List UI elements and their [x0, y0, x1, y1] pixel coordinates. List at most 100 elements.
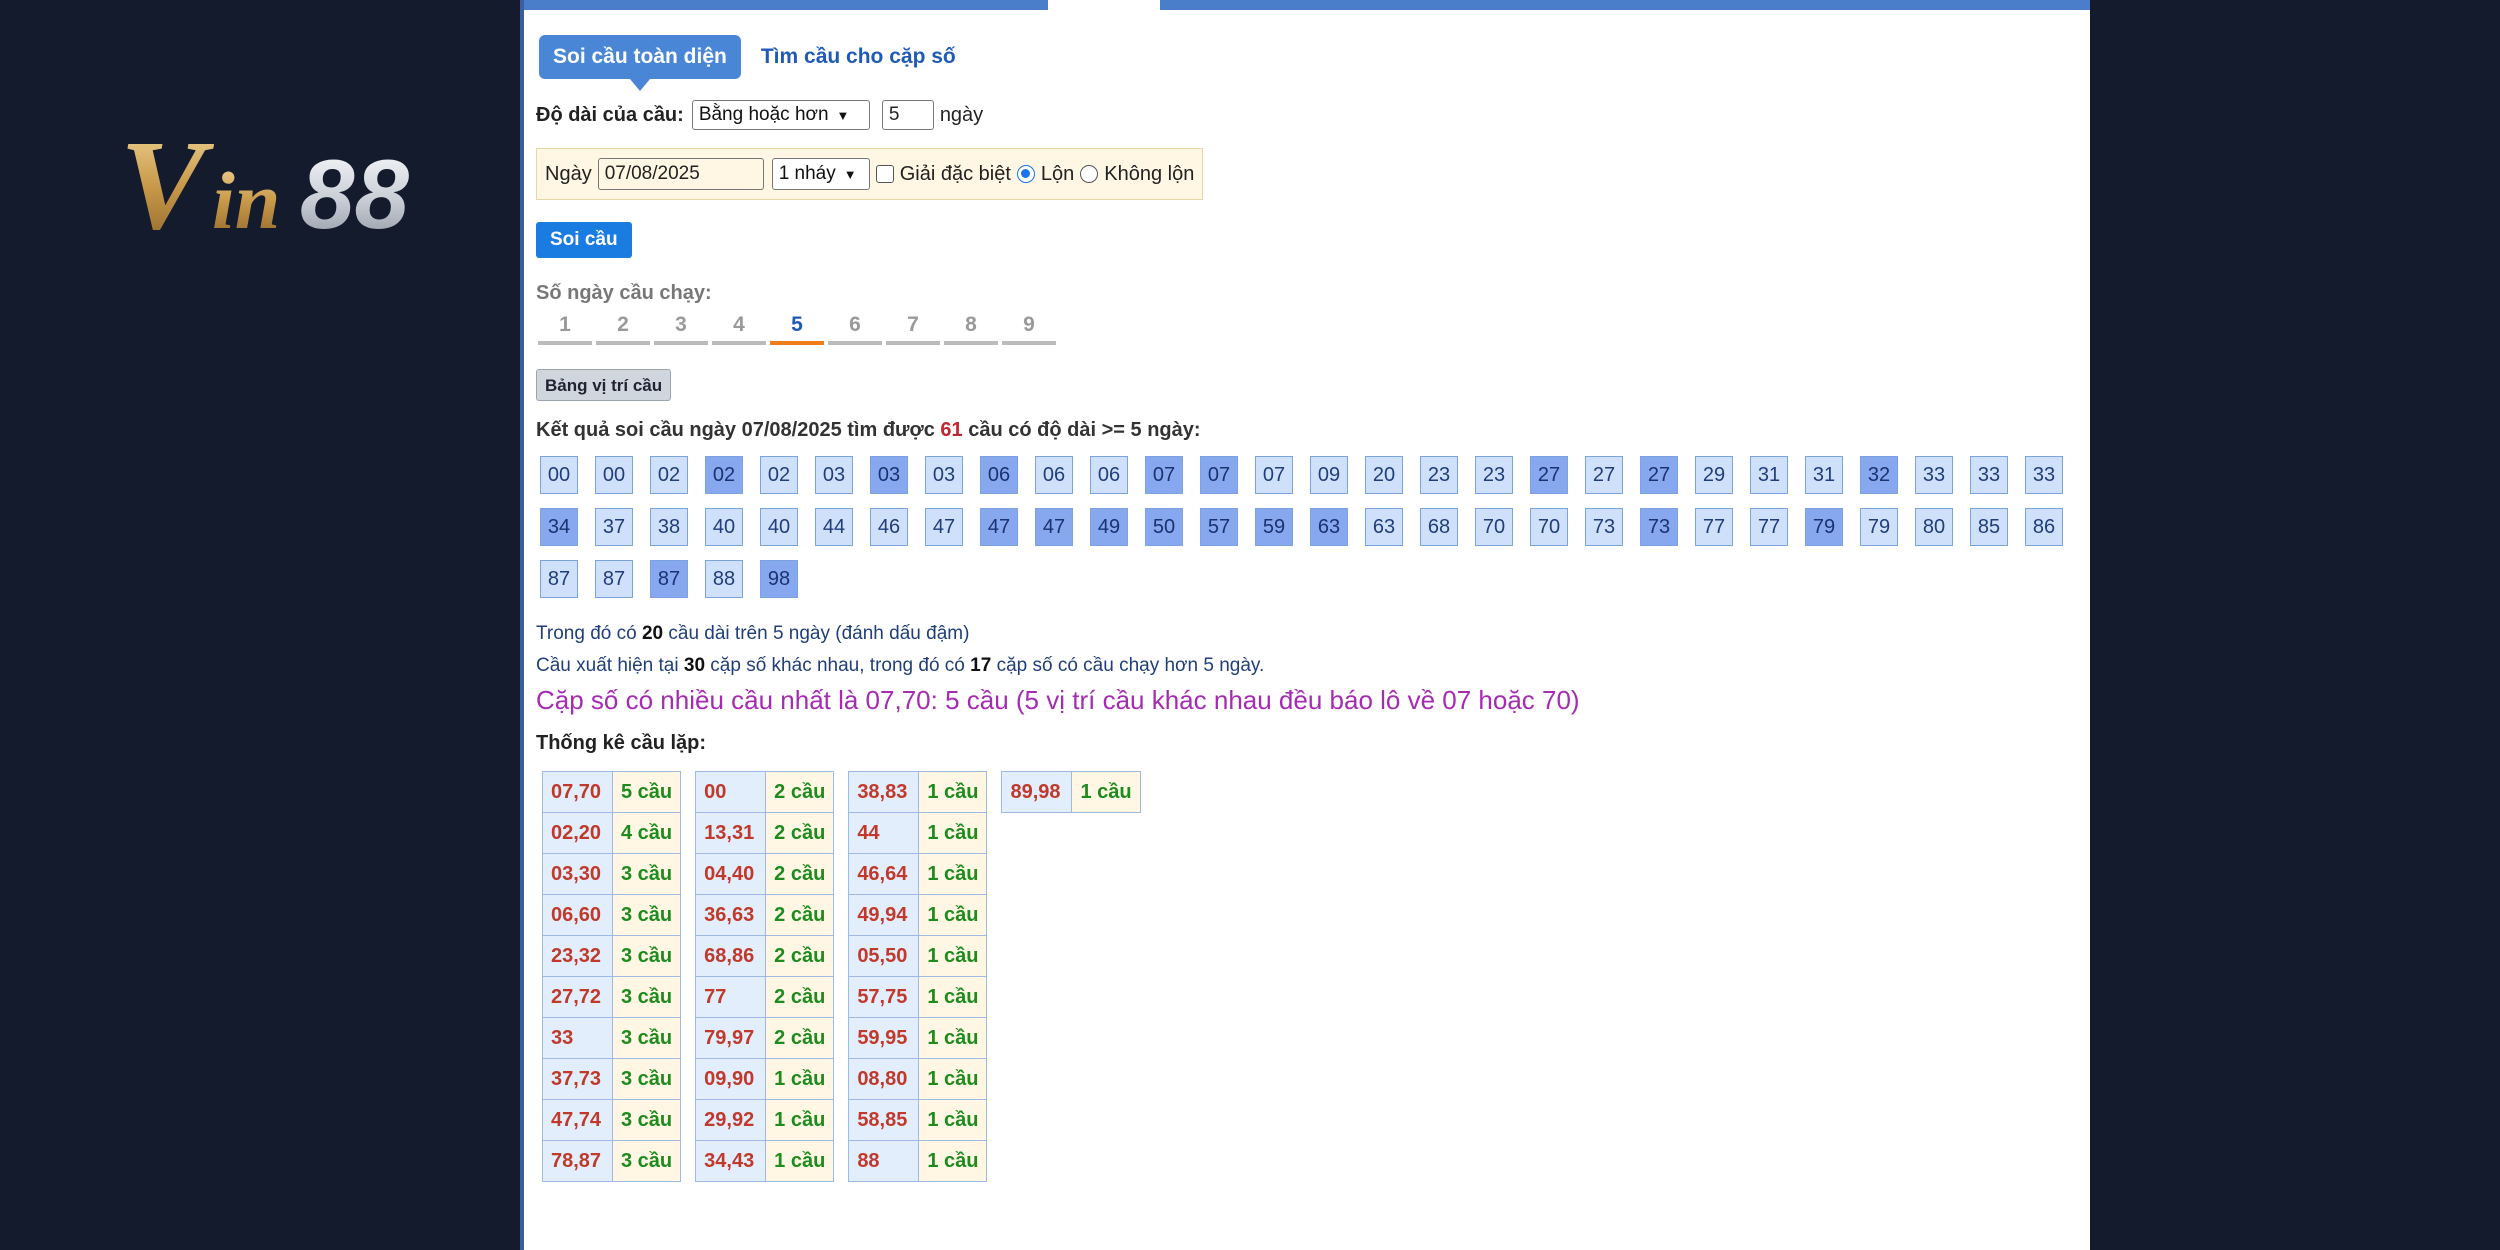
number-cell[interactable]: 03 — [870, 456, 908, 494]
count-cell: 1 cầu — [918, 1140, 988, 1182]
number-cell[interactable]: 79 — [1805, 508, 1843, 546]
day-tab[interactable]: 2 — [596, 313, 650, 345]
table-row: 07,70 5 cầu — [542, 771, 682, 813]
number-cell[interactable]: 44 — [815, 508, 853, 546]
svg-text:88: 88 — [300, 139, 410, 240]
number-cell[interactable]: 07 — [1145, 456, 1183, 494]
number-cell[interactable]: 87 — [650, 560, 688, 598]
number-cell[interactable]: 73 — [1640, 508, 1678, 546]
number-cell[interactable]: 47 — [1035, 508, 1073, 546]
number-cell[interactable]: 03 — [815, 456, 853, 494]
tab-tim-cau-cho-cap-so[interactable]: Tìm cầu cho cặp số — [761, 45, 956, 69]
number-cell[interactable]: 59 — [1255, 508, 1293, 546]
length-mode-select[interactable]: Bằng hoặc hơn ▼ — [691, 100, 870, 130]
number-cell[interactable]: 27 — [1585, 456, 1623, 494]
number-cell[interactable]: 50 — [1145, 508, 1183, 546]
number-cell[interactable]: 07 — [1200, 456, 1238, 494]
day-tab[interactable]: 4 — [712, 313, 766, 345]
date-input[interactable]: 07/08/2025 — [597, 158, 764, 190]
number-cell[interactable]: 46 — [870, 508, 908, 546]
number-cell[interactable]: 33 — [1970, 456, 2008, 494]
number-cell[interactable]: 32 — [1860, 456, 1898, 494]
number-cell[interactable]: 33 — [1915, 456, 1953, 494]
count-cell: 4 cầu — [611, 812, 682, 854]
number-cell[interactable]: 70 — [1530, 508, 1568, 546]
number-cell[interactable]: 87 — [595, 560, 633, 598]
number-cell[interactable]: 47 — [980, 508, 1018, 546]
count-cell: 1 cầu — [918, 853, 988, 895]
number-cell[interactable]: 49 — [1090, 508, 1128, 546]
number-grid: 00 00 02 02 02 03 03 03 06 06 06 07 07 07 09 20 23 23 27 27… — [536, 456, 2076, 612]
number-cell[interactable]: 63 — [1310, 508, 1348, 546]
number-cell[interactable]: 02 — [650, 456, 688, 494]
day-tab[interactable]: 8 — [944, 313, 998, 345]
number-cell[interactable]: 31 — [1750, 456, 1788, 494]
day-tab[interactable]: 9 — [1002, 313, 1056, 345]
number-cell[interactable]: 00 — [540, 456, 578, 494]
tab-soi-cau-toan-dien[interactable]: Soi cầu toàn diện — [539, 35, 741, 91]
day-tab[interactable]: 7 — [886, 313, 940, 345]
number-cell[interactable]: 85 — [1970, 508, 2008, 546]
info-line-2: Cầu xuất hiện tại 30 cặp số khác nhau, t… — [536, 650, 2076, 682]
bang-vi-tri-cau-button[interactable]: Bảng vị trí cầu — [536, 369, 672, 401]
day-tab[interactable]: 1 — [538, 313, 592, 345]
count-cell: 3 cầu — [611, 935, 682, 977]
number-cell[interactable]: 63 — [1365, 508, 1403, 546]
soi-cau-button[interactable]: Soi cầu — [536, 222, 632, 258]
day-tab[interactable]: 3 — [654, 313, 708, 345]
info-text: cầu dài trên 5 ngày (đánh dấu đậm) — [668, 623, 970, 644]
number-cell[interactable]: 80 — [1915, 508, 1953, 546]
day-tab[interactable]: 6 — [828, 313, 882, 345]
number-cell[interactable]: 23 — [1420, 456, 1458, 494]
count-cell: 1 cầu — [918, 935, 988, 977]
pair-cell: 29,92 — [695, 1099, 767, 1141]
length-input[interactable]: 5 — [881, 100, 934, 130]
number-cell[interactable]: 77 — [1750, 508, 1788, 546]
number-cell[interactable]: 40 — [705, 508, 743, 546]
number-cell[interactable]: 34 — [540, 508, 578, 546]
filter-box: Ngày 07/08/2025 1 nháy ▼ Giải đặc biệt L… — [536, 148, 1204, 200]
table-row: 33 3 cầu — [542, 1017, 682, 1059]
number-cell[interactable]: 40 — [760, 508, 798, 546]
number-cell[interactable]: 20 — [1365, 456, 1403, 494]
pair-cell: 02,20 — [542, 812, 613, 854]
special-prize-checkbox[interactable] — [875, 165, 894, 183]
number-cell[interactable]: 06 — [1035, 456, 1073, 494]
number-cell[interactable]: 07 — [1255, 456, 1293, 494]
number-cell[interactable]: 70 — [1475, 508, 1513, 546]
lon-radio[interactable] — [1016, 165, 1035, 183]
number-cell[interactable]: 68 — [1420, 508, 1458, 546]
number-cell[interactable]: 33 — [2025, 456, 2063, 494]
number-cell[interactable]: 06 — [980, 456, 1018, 494]
number-cell[interactable]: 57 — [1200, 508, 1238, 546]
number-cell[interactable]: 77 — [1695, 508, 1733, 546]
number-cell[interactable]: 23 — [1475, 456, 1513, 494]
number-cell[interactable]: 79 — [1860, 508, 1898, 546]
number-cell[interactable]: 03 — [925, 456, 963, 494]
number-cell[interactable]: 37 — [595, 508, 633, 546]
khong-lon-radio[interactable] — [1080, 165, 1099, 183]
number-cell[interactable]: 06 — [1090, 456, 1128, 494]
number-cell[interactable]: 27 — [1640, 456, 1678, 494]
number-cell[interactable]: 98 — [760, 560, 798, 598]
number-cell[interactable]: 29 — [1695, 456, 1733, 494]
number-cell[interactable]: 31 — [1805, 456, 1843, 494]
number-cell[interactable]: 87 — [540, 560, 578, 598]
day-tab[interactable]: 5 — [770, 313, 824, 345]
number-cell[interactable]: 02 — [705, 456, 743, 494]
number-cell[interactable]: 86 — [2025, 508, 2063, 546]
number-cell[interactable]: 27 — [1530, 456, 1568, 494]
number-cell[interactable]: 73 — [1585, 508, 1623, 546]
number-cell[interactable]: 09 — [1310, 456, 1348, 494]
table-row: 02,20 4 cầu — [542, 812, 682, 854]
number-cell[interactable]: 02 — [760, 456, 798, 494]
number-cell[interactable]: 38 — [650, 508, 688, 546]
top-bar — [524, 0, 2090, 10]
number-cell[interactable]: 00 — [595, 456, 633, 494]
pair-cell: 36,63 — [695, 894, 767, 936]
pair-cell: 44 — [848, 812, 920, 854]
number-cell[interactable]: 88 — [705, 560, 743, 598]
nhay-value: 1 nháy — [778, 163, 836, 184]
nhay-select[interactable]: 1 nháy ▼ — [771, 158, 870, 190]
number-cell[interactable]: 47 — [925, 508, 963, 546]
